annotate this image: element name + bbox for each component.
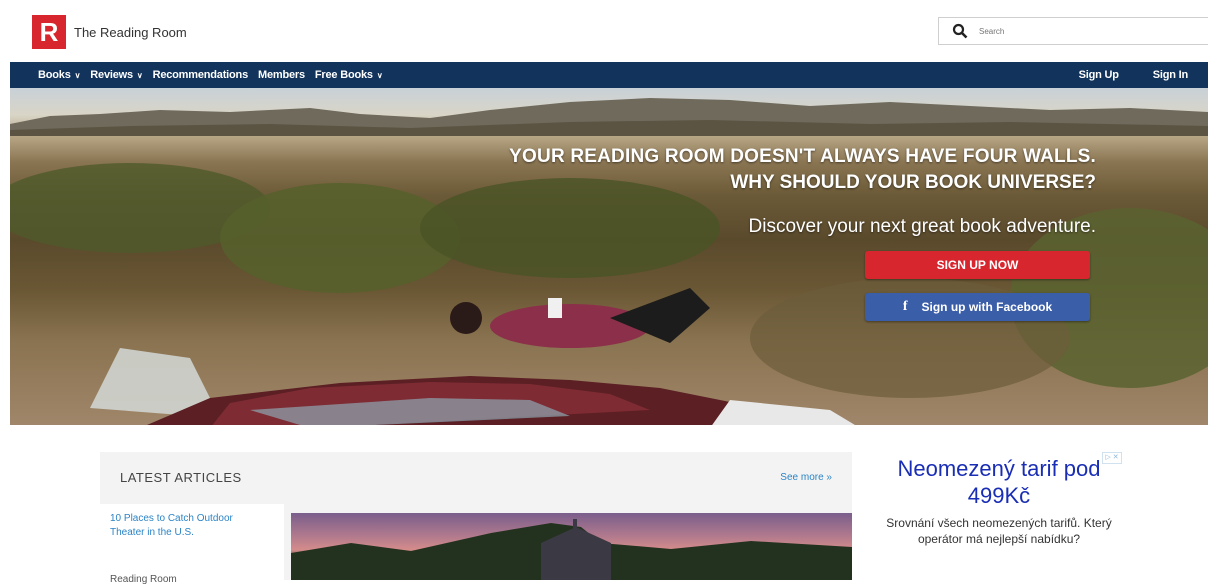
search-box [938, 17, 1208, 45]
list-item[interactable]: 10 Places to Catch Outdoor Theater in th… [110, 512, 255, 540]
sign-in-link[interactable]: Sign In [1153, 69, 1188, 81]
hero-headline-1: YOUR READING ROOM DOESN'T ALWAYS HAVE FO… [509, 146, 1096, 167]
facebook-signup-button[interactable]: f Sign up with Facebook [865, 293, 1090, 321]
nav-item-label: Books [38, 69, 71, 81]
advertisement[interactable]: ▷ ✕ Neomezený tarif pod 499Kč Srovnání v… [876, 450, 1122, 580]
see-more-link[interactable]: See more » [780, 472, 832, 483]
chevron-down-icon: ∨ [74, 70, 81, 80]
search-input[interactable] [977, 25, 1181, 37]
search-icon[interactable] [949, 20, 971, 42]
nav-menu: Books ∨ Reviews ∨ Recommendations Members … [38, 62, 392, 88]
nav-item-label: Free Books [314, 69, 373, 81]
hero-subhead: Discover your next great book adventure. [748, 216, 1096, 237]
nav-item-books[interactable]: Books ∨ [38, 69, 80, 81]
sign-up-now-button[interactable]: SIGN UP NOW [865, 251, 1090, 279]
nav-account: Sign Up Sign In [1045, 62, 1189, 88]
brand-name: The Reading Room [74, 24, 187, 40]
nav-item-recommendations[interactable]: Recommendations [152, 69, 249, 81]
logo-mark: R [32, 15, 66, 49]
facebook-icon: f [902, 299, 908, 314]
ad-title[interactable]: Neomezený tarif pod 499Kč [876, 455, 1122, 509]
nav-item-free-books[interactable]: Free Books ∨ [315, 69, 383, 81]
article-image-scene [291, 519, 852, 580]
sign-up-link[interactable]: Sign Up [1079, 69, 1119, 81]
hero-banner: YOUR READING ROOM DOESN'T ALWAYS HAVE FO… [10, 88, 1208, 425]
ad-choices-icon[interactable]: ▷ ✕ [1102, 452, 1122, 464]
site-logo[interactable]: R The Reading Room [32, 15, 187, 49]
site-header: R The Reading Room [0, 0, 1208, 62]
ad-body: Srovnání všech neomezených tarifů. Který… [886, 516, 1112, 546]
hero-headline-2: WHY SHOULD YOUR BOOK UNIVERSE? [730, 172, 1096, 193]
chevron-down-icon: ∨ [376, 70, 383, 80]
articles-header: LATEST ARTICLES See more » [100, 452, 852, 502]
facebook-signup-label: Sign up with Facebook [921, 300, 1053, 314]
chevron-down-icon: ∨ [136, 70, 143, 80]
hero-background-mountains [10, 98, 1208, 136]
latest-articles-panel: LATEST ARTICLES See more » 10 Places to … [100, 452, 852, 585]
nav-item-label: Members [258, 69, 305, 81]
article-list: 10 Places to Catch Outdoor Theater in th… [100, 504, 284, 585]
nav-item-reviews[interactable]: Reviews ∨ [90, 69, 142, 81]
articles-title: LATEST ARTICLES [120, 470, 242, 485]
nav-item-label: Reviews [90, 69, 133, 81]
nav-item-label: Recommendations [152, 69, 249, 81]
nav-item-members[interactable]: Members [258, 69, 305, 81]
main-nav: Books ∨ Reviews ∨ Recommendations Members … [10, 62, 1208, 88]
featured-article-image[interactable] [291, 513, 852, 580]
